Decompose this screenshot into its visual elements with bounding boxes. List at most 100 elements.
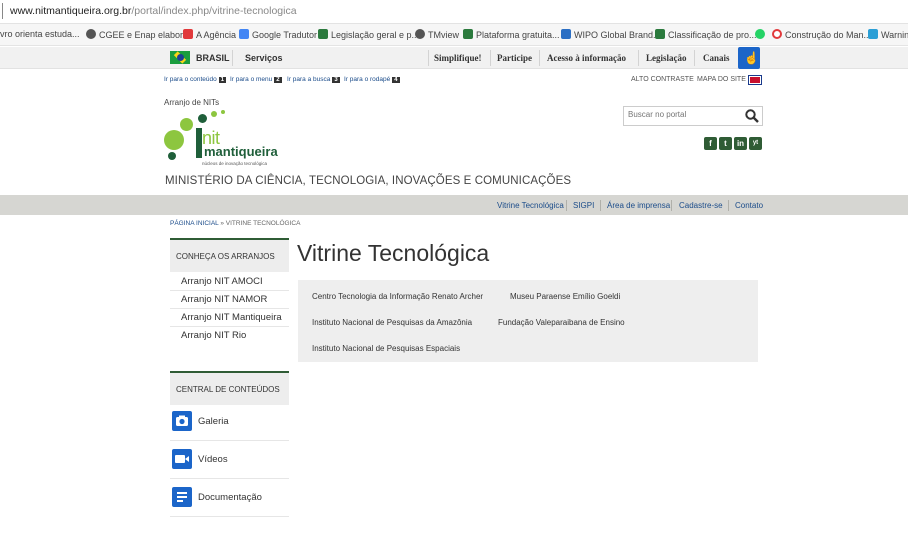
gov-link-simplifique[interactable]: Simplifique! bbox=[434, 53, 482, 63]
skip-link-busca[interactable]: Ir para a busca 3 bbox=[287, 76, 340, 83]
url-path: /portal/index.php/vitrine-tecnologica bbox=[131, 5, 297, 17]
mapa-do-site-link[interactable]: MAPA DO SITE bbox=[697, 76, 746, 83]
nav-cadastre[interactable]: Cadastre-se bbox=[679, 201, 723, 210]
bookmark-item[interactable]: Google Tradutor bbox=[239, 29, 317, 40]
gov-link-canais[interactable]: Canais bbox=[703, 53, 730, 63]
bookmark-item[interactable]: Legislação geral e p... bbox=[318, 29, 419, 40]
document-icon bbox=[172, 487, 192, 507]
bookmark-item[interactable]: WIPO Global Brand... bbox=[561, 29, 661, 40]
divider bbox=[232, 50, 233, 66]
logo-dot bbox=[198, 114, 207, 123]
skip-link-menu[interactable]: Ir para o menu 2 bbox=[230, 76, 282, 83]
address-bar[interactable]: www.nitmantiqueira.org.br/portal/index.p… bbox=[0, 0, 908, 24]
gov-icon bbox=[655, 29, 665, 39]
ministry-name: MINISTÉRIO DA CIÊNCIA, TECNOLOGIA, INOVA… bbox=[165, 175, 572, 187]
site-nav: Vitrine Tecnológica SIGPI Área de impren… bbox=[0, 195, 908, 215]
sidebar-item-namor[interactable]: Arranjo NIT NAMOR bbox=[170, 292, 289, 309]
site-header: Ir para o conteúdo 1 Ir para o menu 2 Ir p… bbox=[0, 70, 908, 195]
bookmark-item[interactable]: Classificação de pro... bbox=[655, 29, 757, 40]
sidebar-item-videos[interactable]: Vídeos bbox=[170, 441, 289, 479]
url-text[interactable]: www.nitmantiqueira.org.br/portal/index.p… bbox=[10, 5, 297, 17]
divider bbox=[694, 50, 695, 66]
divider bbox=[638, 50, 639, 66]
bookmark-item[interactable]: TMview bbox=[415, 29, 459, 40]
nav-imprensa[interactable]: Área de imprensa bbox=[607, 201, 670, 210]
brazil-flag-icon bbox=[170, 51, 190, 64]
bookmark-item[interactable]: CGEE e Enap elabor... bbox=[86, 29, 190, 40]
sidebar-item-galeria[interactable]: Galeria bbox=[170, 403, 289, 441]
alto-contraste-link[interactable]: ALTO CONTRASTE bbox=[631, 76, 694, 83]
divider bbox=[539, 50, 540, 66]
bookmark-label: Classificação de pro... bbox=[668, 30, 757, 40]
skip-link-label: Ir para a busca bbox=[287, 76, 331, 83]
twitter-icon[interactable]: t bbox=[719, 137, 732, 150]
bookmark-label: Google Tradutor bbox=[252, 30, 318, 40]
sidebar-item-rio[interactable]: Arranjo NIT Rio bbox=[170, 328, 289, 345]
breadcrumb-home[interactable]: PÁGINA INICIAL bbox=[170, 220, 219, 227]
gov-link-participe[interactable]: Participe bbox=[497, 53, 532, 63]
divider bbox=[671, 200, 672, 211]
vitrine-link-inpa[interactable]: Instituto Nacional de Pesquisas da Amazô… bbox=[312, 318, 472, 327]
nav-sigpi[interactable]: SIGPI bbox=[573, 201, 594, 210]
skip-link-rodape[interactable]: Ir para o rodapé 4 bbox=[344, 76, 400, 83]
nav-vitrine[interactable]: Vitrine Tecnológica bbox=[497, 201, 564, 210]
linkedin-icon[interactable]: in bbox=[734, 137, 747, 150]
divider bbox=[566, 200, 567, 211]
sidebar-item-documentacao[interactable]: Documentação bbox=[170, 479, 289, 517]
sidebar-item-label: Documentação bbox=[198, 492, 262, 503]
skip-key: 4 bbox=[392, 77, 400, 83]
youtube-icon[interactable]: yt bbox=[749, 137, 762, 150]
bookmark-label: CGEE e Enap elabor... bbox=[99, 30, 191, 40]
gov-brasil-link[interactable]: BRASIL bbox=[196, 53, 230, 63]
bookmark-label: Warning bbox=[881, 30, 908, 40]
vitrine-link-emilio-goeldi[interactable]: Museu Paraense Emílio Goeldi bbox=[510, 292, 620, 301]
vitrine-link-valeparaibana[interactable]: Fundação Valeparaibana de Ensino bbox=[498, 318, 625, 327]
skip-link-label: Ir para o rodapé bbox=[344, 76, 391, 83]
agencia-icon bbox=[183, 29, 193, 39]
breadcrumb: PÁGINA INICIAL » VITRINE TECNOLÓGICA bbox=[170, 220, 300, 227]
facebook-icon[interactable]: f bbox=[704, 137, 717, 150]
sidebar-central-heading: CENTRAL DE CONTEÚDOS bbox=[170, 371, 289, 405]
warning-icon bbox=[868, 29, 878, 39]
bookmark-label: Plataforma gratuita... bbox=[476, 30, 560, 40]
skip-key: 1 bbox=[218, 77, 227, 83]
globe-icon bbox=[86, 29, 96, 39]
bookmark-item[interactable]: Warning bbox=[868, 29, 908, 40]
sidebar-item-label: Vídeos bbox=[198, 454, 228, 465]
logo-subtitle: núcleos de inovação tecnológica bbox=[202, 161, 268, 166]
sidebar-item-mantiqueira[interactable]: Arranjo NIT Mantiqueira bbox=[170, 310, 289, 327]
sidebar-item-amoci[interactable]: Arranjo NIT AMOCI bbox=[170, 274, 289, 291]
english-flag-icon[interactable] bbox=[748, 75, 762, 85]
url-domain: www.nitmantiqueira.org.br bbox=[10, 5, 132, 17]
nit-logo[interactable]: nit mantiqueira núcleos de inovação tecn… bbox=[164, 108, 278, 172]
search-box bbox=[623, 106, 763, 126]
skip-link-label: Ir para o menu bbox=[230, 76, 273, 83]
vitrine-link-renato-archer[interactable]: Centro Tecnologia da Informação Renato A… bbox=[312, 292, 483, 301]
bookmark-item[interactable]: Construção do Man... bbox=[772, 29, 871, 40]
sidebar-item-label: Galeria bbox=[198, 416, 229, 427]
gov-icon bbox=[463, 29, 473, 39]
bookmark-item[interactable]: ivro orienta estuda... bbox=[0, 29, 80, 39]
skip-link-conteudo[interactable]: Ir para o conteúdo 1 bbox=[164, 76, 227, 83]
vitrine-link-inpe[interactable]: Instituto Nacional de Pesquisas Espaciai… bbox=[312, 344, 460, 353]
divider bbox=[600, 200, 601, 211]
gov-link-acesso[interactable]: Acesso à informação bbox=[547, 53, 626, 63]
logo-dot bbox=[221, 110, 225, 114]
hand-icon[interactable]: ☝ bbox=[738, 47, 760, 69]
nav-contato[interactable]: Contato bbox=[735, 201, 763, 210]
bookmark-label: Legislação geral e p... bbox=[331, 30, 420, 40]
divider bbox=[490, 50, 491, 66]
bookmark-item[interactable] bbox=[755, 29, 768, 40]
translate-icon bbox=[239, 29, 249, 39]
bookmark-item[interactable]: Plataforma gratuita... bbox=[463, 29, 560, 40]
bookmark-label: WIPO Global Brand... bbox=[574, 30, 661, 40]
globe-icon bbox=[415, 29, 425, 39]
logo-dot bbox=[164, 130, 184, 150]
gov-link-legislacao[interactable]: Legislação bbox=[646, 53, 687, 63]
gov-servicos-link[interactable]: Serviços bbox=[245, 53, 283, 63]
bookmark-item[interactable]: A Agência bbox=[183, 29, 236, 40]
opera-icon bbox=[772, 29, 782, 39]
search-icon[interactable] bbox=[744, 108, 760, 124]
bookmark-label: TMview bbox=[428, 30, 459, 40]
search-input[interactable] bbox=[628, 110, 740, 119]
